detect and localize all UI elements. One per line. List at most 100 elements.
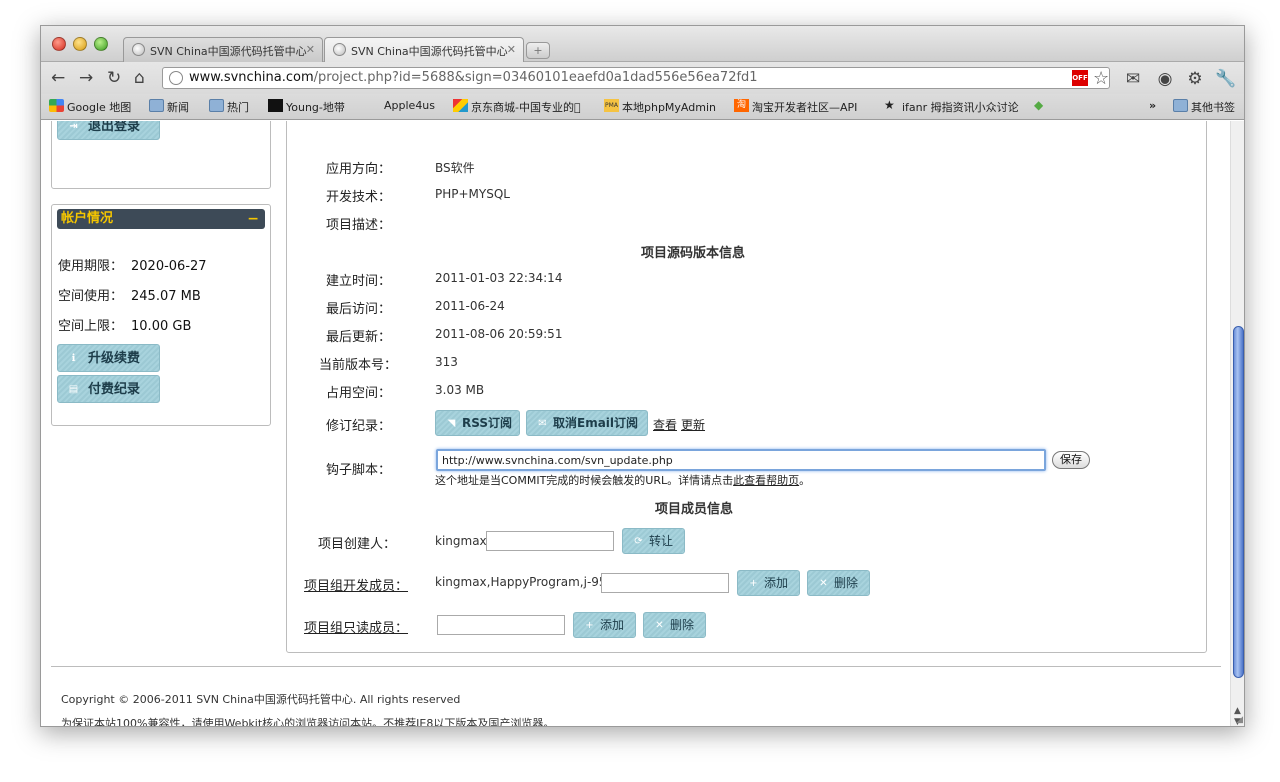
google-icon — [49, 99, 64, 112]
hook-label: 钩子脚本： — [326, 463, 392, 478]
browser-window: SVN China中国源代码托管中心 ✕ SVN China中国源代码托管中心 … — [40, 25, 1245, 727]
bookmark-jd[interactable]: 京东商城-中国专业的  — [453, 99, 588, 115]
plus-icon: + — [585, 620, 594, 631]
account-used-row: 空间使用： 245.07 MB — [58, 285, 201, 304]
transfer-input[interactable] — [486, 531, 614, 551]
upgrade-button[interactable]: ℹ 升级续费 — [57, 344, 160, 372]
add-dev-member-button[interactable]: + 添加 — [737, 570, 800, 596]
close-window-button[interactable] — [52, 37, 66, 51]
dev-members-value: kingmax,HappyProgram,j-955 — [435, 575, 615, 589]
plus-icon: + — [749, 578, 758, 589]
tab-2[interactable]: SVN China中国源代码托管中心 ✕ — [324, 37, 524, 62]
bookmark-label: 新闻 — [167, 101, 189, 114]
globe-icon — [132, 43, 145, 56]
bookmark-phpmyadmin[interactable]: PMA 本地phpMyAdmin — [604, 99, 716, 115]
address-bar[interactable]: www.svnchina.com/project.php?id=5688&sig… — [162, 67, 1110, 89]
space-value: 3.03 MB — [435, 383, 485, 397]
space-label: 占用空间： — [326, 386, 392, 401]
close-tab-icon[interactable]: ✕ — [306, 43, 315, 56]
bookmark-news-folder[interactable]: 新闻 — [149, 99, 189, 115]
tech-value: PHP+MYSQL — [435, 187, 510, 201]
hook-hint-suffix: 。 — [799, 474, 811, 487]
readonly-member-input[interactable] — [437, 615, 565, 635]
close-tab-icon[interactable]: ✕ — [507, 43, 516, 56]
tab-1[interactable]: SVN China中国源代码托管中心 ✕ — [123, 37, 323, 62]
row-label: 空间使用： — [58, 289, 124, 304]
logout-button[interactable]: ⇥ 退出登录 — [57, 121, 160, 140]
last-visit-label: 最后访问： — [326, 302, 392, 317]
bookmark-label: 本地phpMyAdmin — [622, 101, 716, 114]
zoom-window-button[interactable] — [94, 37, 108, 51]
page-viewport: ⇥ 退出登录 帐户情况 − 使用期限： 2020-06-27 空间使用： 245.0… — [41, 121, 1230, 727]
bookmark-google-maps[interactable]: Google 地图 — [49, 99, 131, 115]
help-page-link[interactable]: 此查看帮助页 — [733, 474, 799, 487]
bookmark-label: Google 地图 — [67, 101, 132, 114]
email-unsubscribe-button[interactable]: ✉ 取消Email订阅 — [526, 410, 648, 436]
mail-checker-icon[interactable]: ✉ — [1123, 69, 1143, 89]
tab-bar: SVN China中国源代码托管中心 ✕ SVN China中国源代码托管中心 … — [41, 26, 1244, 62]
home-icon[interactable]: ⌂ — [134, 68, 145, 88]
resize-grip-icon[interactable]: ◢ — [1236, 715, 1243, 725]
collapse-icon[interactable]: − — [247, 209, 259, 229]
back-icon[interactable]: ← — [51, 68, 65, 88]
translate-icon[interactable]: ⚙ — [1185, 69, 1205, 89]
bookmark-ifanr[interactable]: ★ ifanr 拇指资讯小众讨论 — [884, 99, 1019, 115]
bookmarks-overflow-button[interactable]: » — [1149, 99, 1156, 112]
browser-notice-text: 为保证本站100%兼容性，请使用Webkit核心的浏览器访问本站。不推荐IE8以… — [61, 717, 555, 727]
upgrade-label: 升级续费 — [88, 351, 141, 366]
bookmark-label: ifanr 拇指资讯小众讨论 — [902, 101, 1019, 114]
vertical-scrollbar[interactable]: ▲ ▼ — [1230, 121, 1244, 726]
rss-subscribe-button[interactable]: ◥ RSS订阅 — [435, 410, 520, 436]
revisions-label: 修订纪录： — [326, 419, 392, 434]
minimize-window-button[interactable] — [73, 37, 87, 51]
color-picker-icon[interactable]: ◉ — [1155, 69, 1175, 89]
browser-toolbar: ← → ↻ ⌂ www.svnchina.com/project.php?id=… — [41, 62, 1244, 94]
bookmark-other-folder[interactable]: 其他书签 — [1173, 99, 1235, 115]
direction-value: BS软件 — [435, 161, 475, 175]
view-link[interactable]: 查看 — [653, 416, 677, 433]
account-term-row: 使用期限： 2020-06-27 — [58, 255, 207, 274]
account-panel-title: 帐户情况 — [61, 211, 114, 226]
delete-dev-member-button[interactable]: ✕ 删除 — [807, 570, 870, 596]
account-panel: 帐户情况 − 使用期限： 2020-06-27 空间使用： 245.07 MB 空间… — [51, 204, 271, 426]
reload-icon[interactable]: ↻ — [107, 68, 121, 88]
transfer-button[interactable]: ⟳ 转让 — [622, 528, 685, 554]
save-hook-button[interactable]: 保存 — [1052, 451, 1090, 469]
bookmark-young[interactable]: Young-地带 — [268, 99, 345, 115]
close-icon: ✕ — [655, 620, 664, 631]
source-section-title: 项目源码版本信息 — [641, 246, 746, 261]
adblock-off-icon[interactable]: OFF — [1072, 70, 1088, 86]
description-label: 项目描述： — [326, 218, 392, 233]
footer-divider — [51, 666, 1221, 667]
bookmark-label: 淘宝开发者社区—API — [752, 101, 858, 114]
payment-history-button[interactable]: ▤ 付费纪录 — [57, 375, 160, 403]
bookmark-extension[interactable]: ◆ — [1034, 99, 1043, 112]
folder-icon — [1173, 99, 1188, 112]
bookmark-apple4us[interactable]: Apple4us — [366, 99, 435, 112]
row-value: 10.00 GB — [131, 319, 192, 334]
delete-readonly-member-button[interactable]: ✕ 删除 — [643, 612, 706, 638]
dev-members-label: 项目组开发成员： — [304, 579, 409, 594]
tab-title: SVN China中国源代码托管中心 — [150, 45, 307, 58]
add-readonly-member-button[interactable]: + 添加 — [573, 612, 636, 638]
wrench-icon[interactable]: 🔧 — [1215, 69, 1236, 89]
dev-member-input[interactable] — [601, 573, 729, 593]
bookmark-star-icon[interactable]: ☆ — [1093, 68, 1109, 89]
bookmark-hot-folder[interactable]: 热门 — [209, 99, 249, 115]
rss-icon: ◥ — [447, 418, 456, 429]
mail-icon: ✉ — [538, 418, 547, 429]
scrollbar-thumb[interactable] — [1233, 326, 1244, 678]
bookmark-taobao[interactable]: 淘淘宝开发者社区—API — [734, 99, 866, 115]
created-label: 建立时间： — [326, 274, 392, 289]
bookmark-label: 热门 — [227, 101, 249, 114]
hook-url-input[interactable]: http://www.svnchina.com/svn_update.php — [436, 449, 1046, 471]
update-link[interactable]: 更新 — [681, 416, 705, 433]
apple-icon — [366, 99, 381, 112]
y-icon — [268, 99, 283, 112]
version-value: 313 — [435, 355, 458, 369]
tab-title: SVN China中国源代码托管中心 — [351, 45, 508, 58]
page-icon — [169, 71, 183, 85]
forward-icon[interactable]: → — [79, 68, 93, 88]
created-value: 2011-01-03 22:34:14 — [435, 271, 563, 285]
new-tab-button[interactable]: + — [526, 42, 550, 59]
